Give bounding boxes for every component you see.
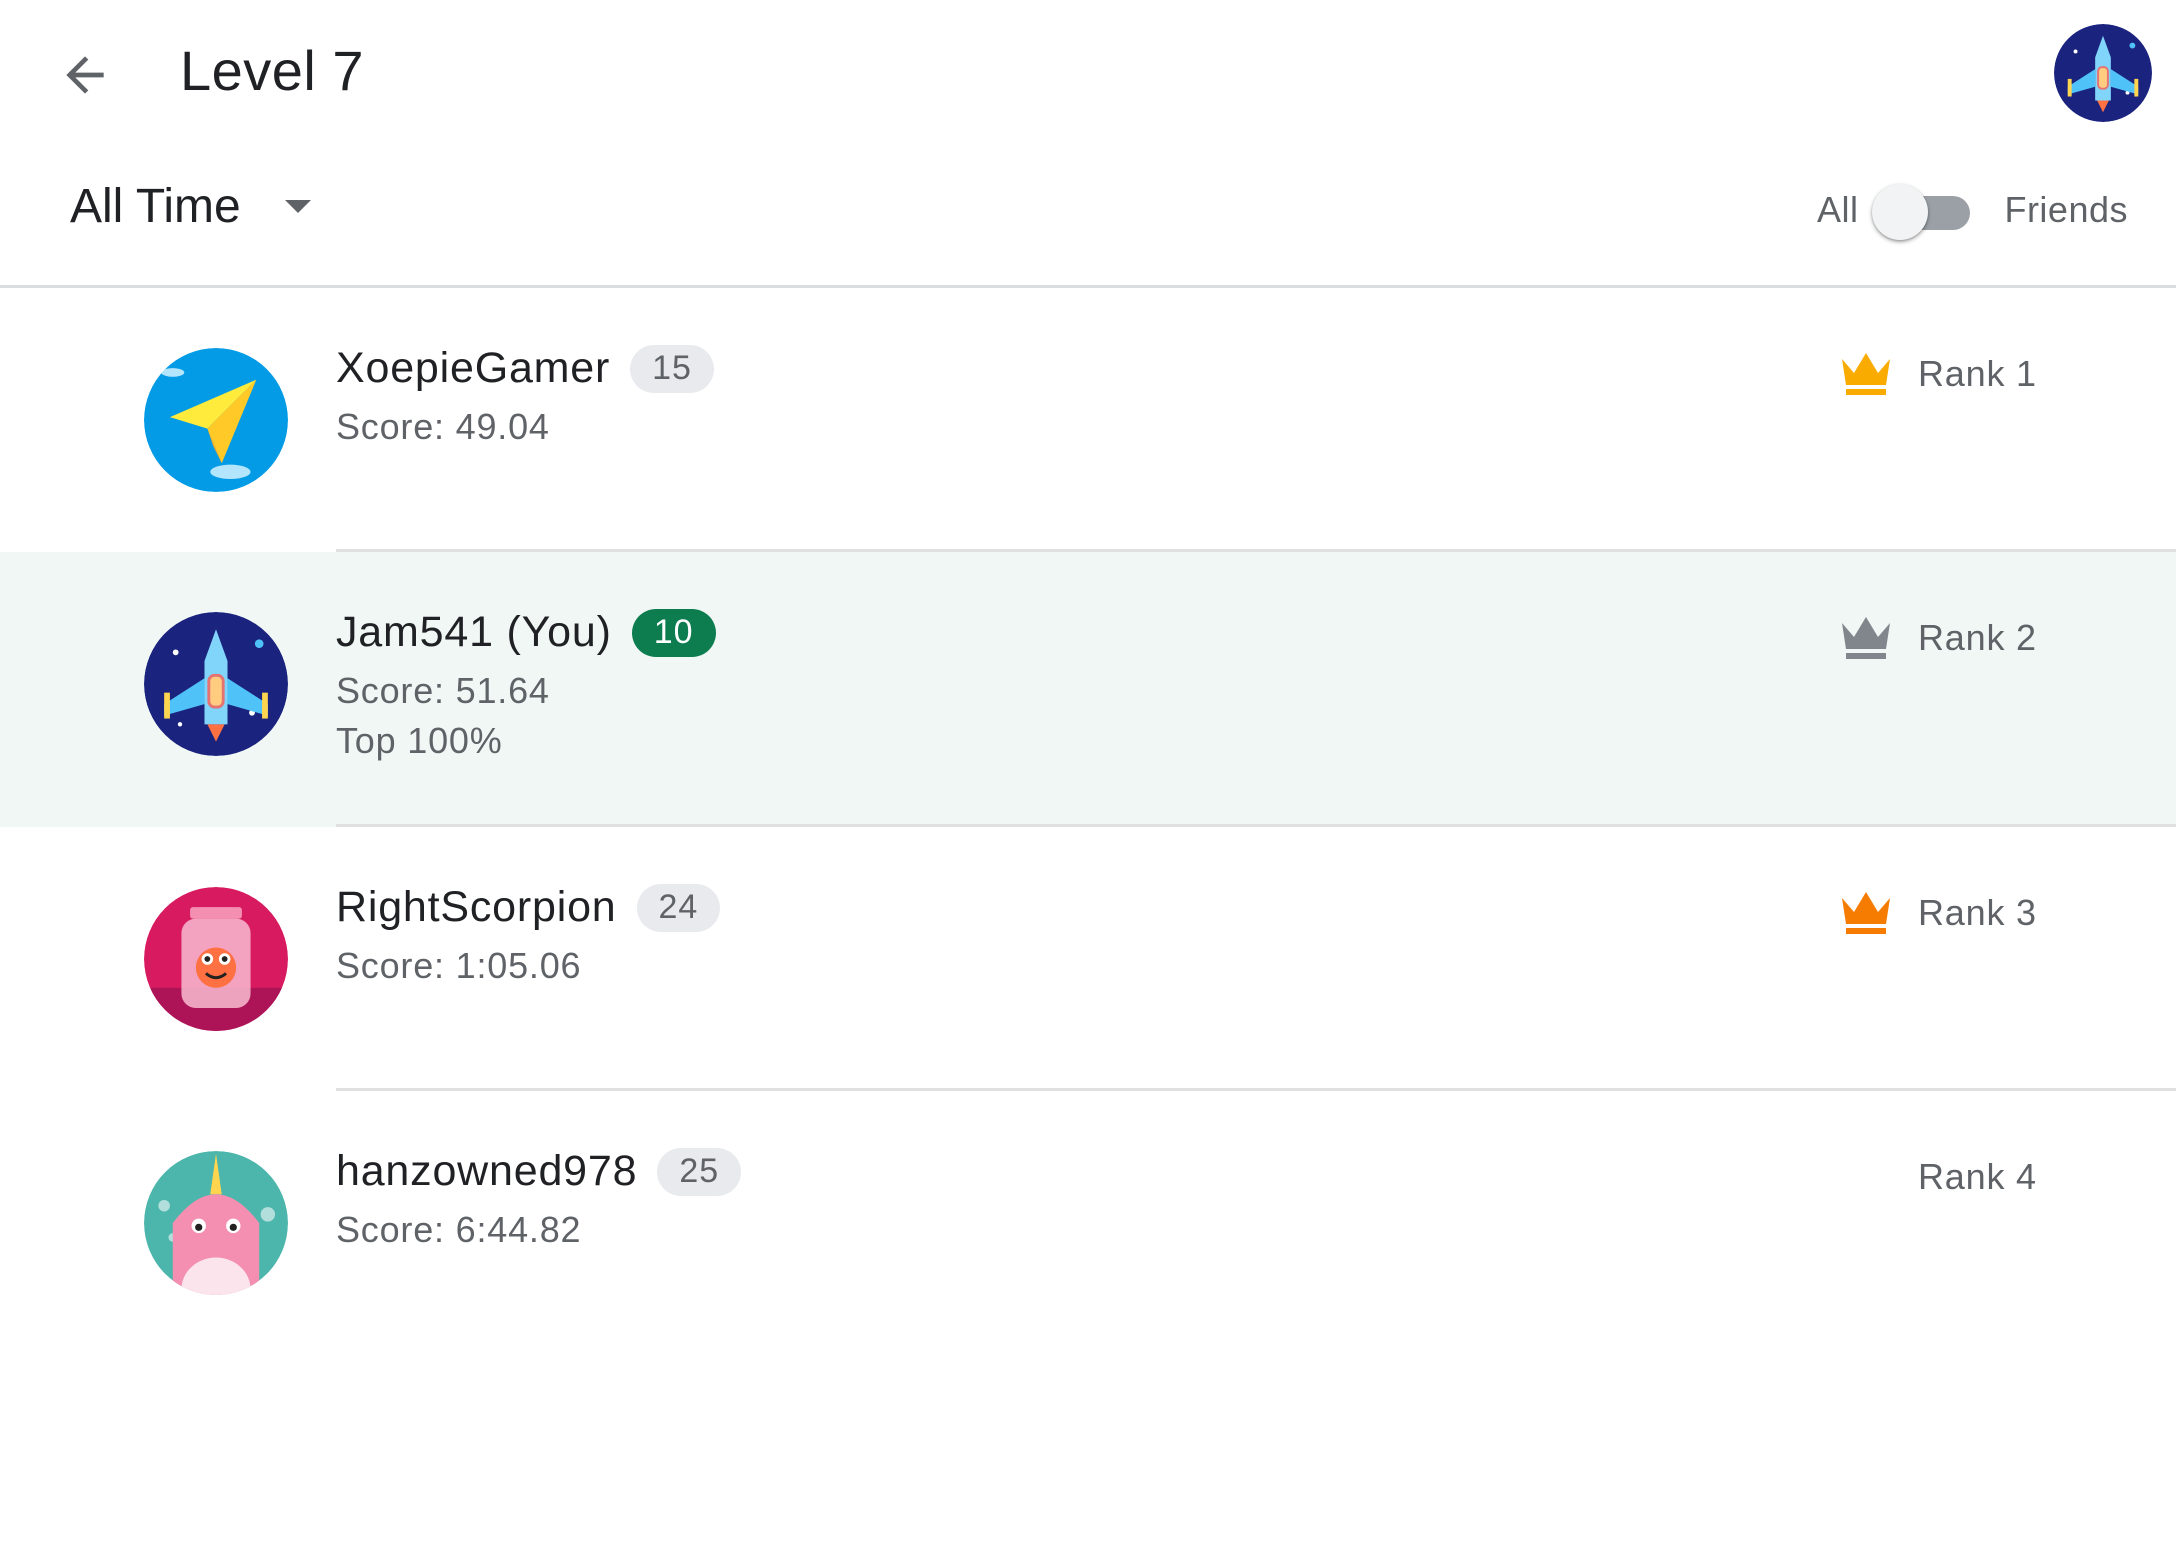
player-avatar [144,348,288,492]
player-score: Score: 49.04 [336,406,550,447]
time-range-label: All Time [70,179,241,233]
level-chip: 10 [631,608,716,657]
rank-label: Rank 3 [1918,892,2037,933]
scope-toggle: All Friends [1817,170,2128,250]
leaderboard-row[interactable]: hanzowned978 25 Score: 6:44.82 Rank 4 [0,1091,2176,1355]
player-percentile: Top 100% [336,720,503,761]
gold-crown-icon [1842,353,1890,395]
player-name: XoepieGamer [336,344,611,392]
player-name-line: RightScorpion 24 [336,883,721,932]
leaderboard-row[interactable]: XoepieGamer 15 Score: 49.04 Rank 1 [0,288,2176,552]
player-score: Score: 51.64 [336,670,550,711]
rank-label: Rank 2 [1918,617,2037,658]
rank-label: Rank 4 [1918,1156,2037,1197]
spaceship-avatar-icon [144,612,288,756]
player-name: Jam541 (You) [336,608,612,656]
friends-switch[interactable] [1872,182,1971,240]
player-avatar [144,1151,288,1295]
rank-label: Rank 1 [1918,353,2037,394]
leaderboard-list: XoepieGamer 15 Score: 49.04 Rank 1 Jam54… [0,288,2176,1355]
player-rank: Rank 1 [1840,344,2037,404]
level-chip: 15 [630,344,714,393]
level-chip: 25 [657,1147,742,1196]
player-name-line: XoepieGamer 15 [336,344,714,393]
player-rank: Rank 4 [1918,1147,2037,1207]
narwhal-avatar-icon [144,1151,288,1295]
bronze-crown-icon [1842,892,1890,934]
player-avatar [144,612,288,756]
scope-label-friends[interactable]: Friends [2004,189,2128,231]
time-range-dropdown[interactable]: All Time [70,166,311,246]
player-name: RightScorpion [336,883,617,931]
level-chip: 24 [636,883,721,932]
player-rank: Rank 2 [1840,608,2037,668]
back-button[interactable] [40,30,130,120]
player-rank: Rank 3 [1840,883,2037,943]
jar-creature-avatar-icon [144,887,288,1031]
player-avatar [144,887,288,1031]
top-app-bar: Level 7 [0,0,2176,146]
leaderboard-screen: Level 7 All Time All Friends XoepieGamer… [0,0,2176,1547]
filter-bar: All Time All Friends [0,146,2176,286]
dropdown-caret-icon [284,199,311,213]
player-name-line: hanzowned978 25 [336,1147,742,1196]
account-avatar[interactable] [2054,24,2152,122]
silver-crown-icon [1842,617,1890,659]
switch-thumb [1872,184,1929,240]
player-score: Score: 6:44.82 [336,1209,582,1250]
player-score: Score: 1:05.06 [336,945,582,986]
player-name: hanzowned978 [336,1147,638,1195]
player-name-line: Jam541 (You) 10 [336,608,716,657]
leaderboard-row-current-player[interactable]: Jam541 (You) 10 Score: 51.64 Top 100% Ra… [0,552,2176,827]
page-title: Level 7 [180,39,365,102]
leaderboard-row[interactable]: RightScorpion 24 Score: 1:05.06 Rank 3 [0,827,2176,1091]
arrow-back-icon [66,56,104,94]
scope-label-all[interactable]: All [1817,189,1859,231]
paper-plane-avatar-icon [144,348,288,492]
spaceship-avatar-icon [2054,24,2152,122]
